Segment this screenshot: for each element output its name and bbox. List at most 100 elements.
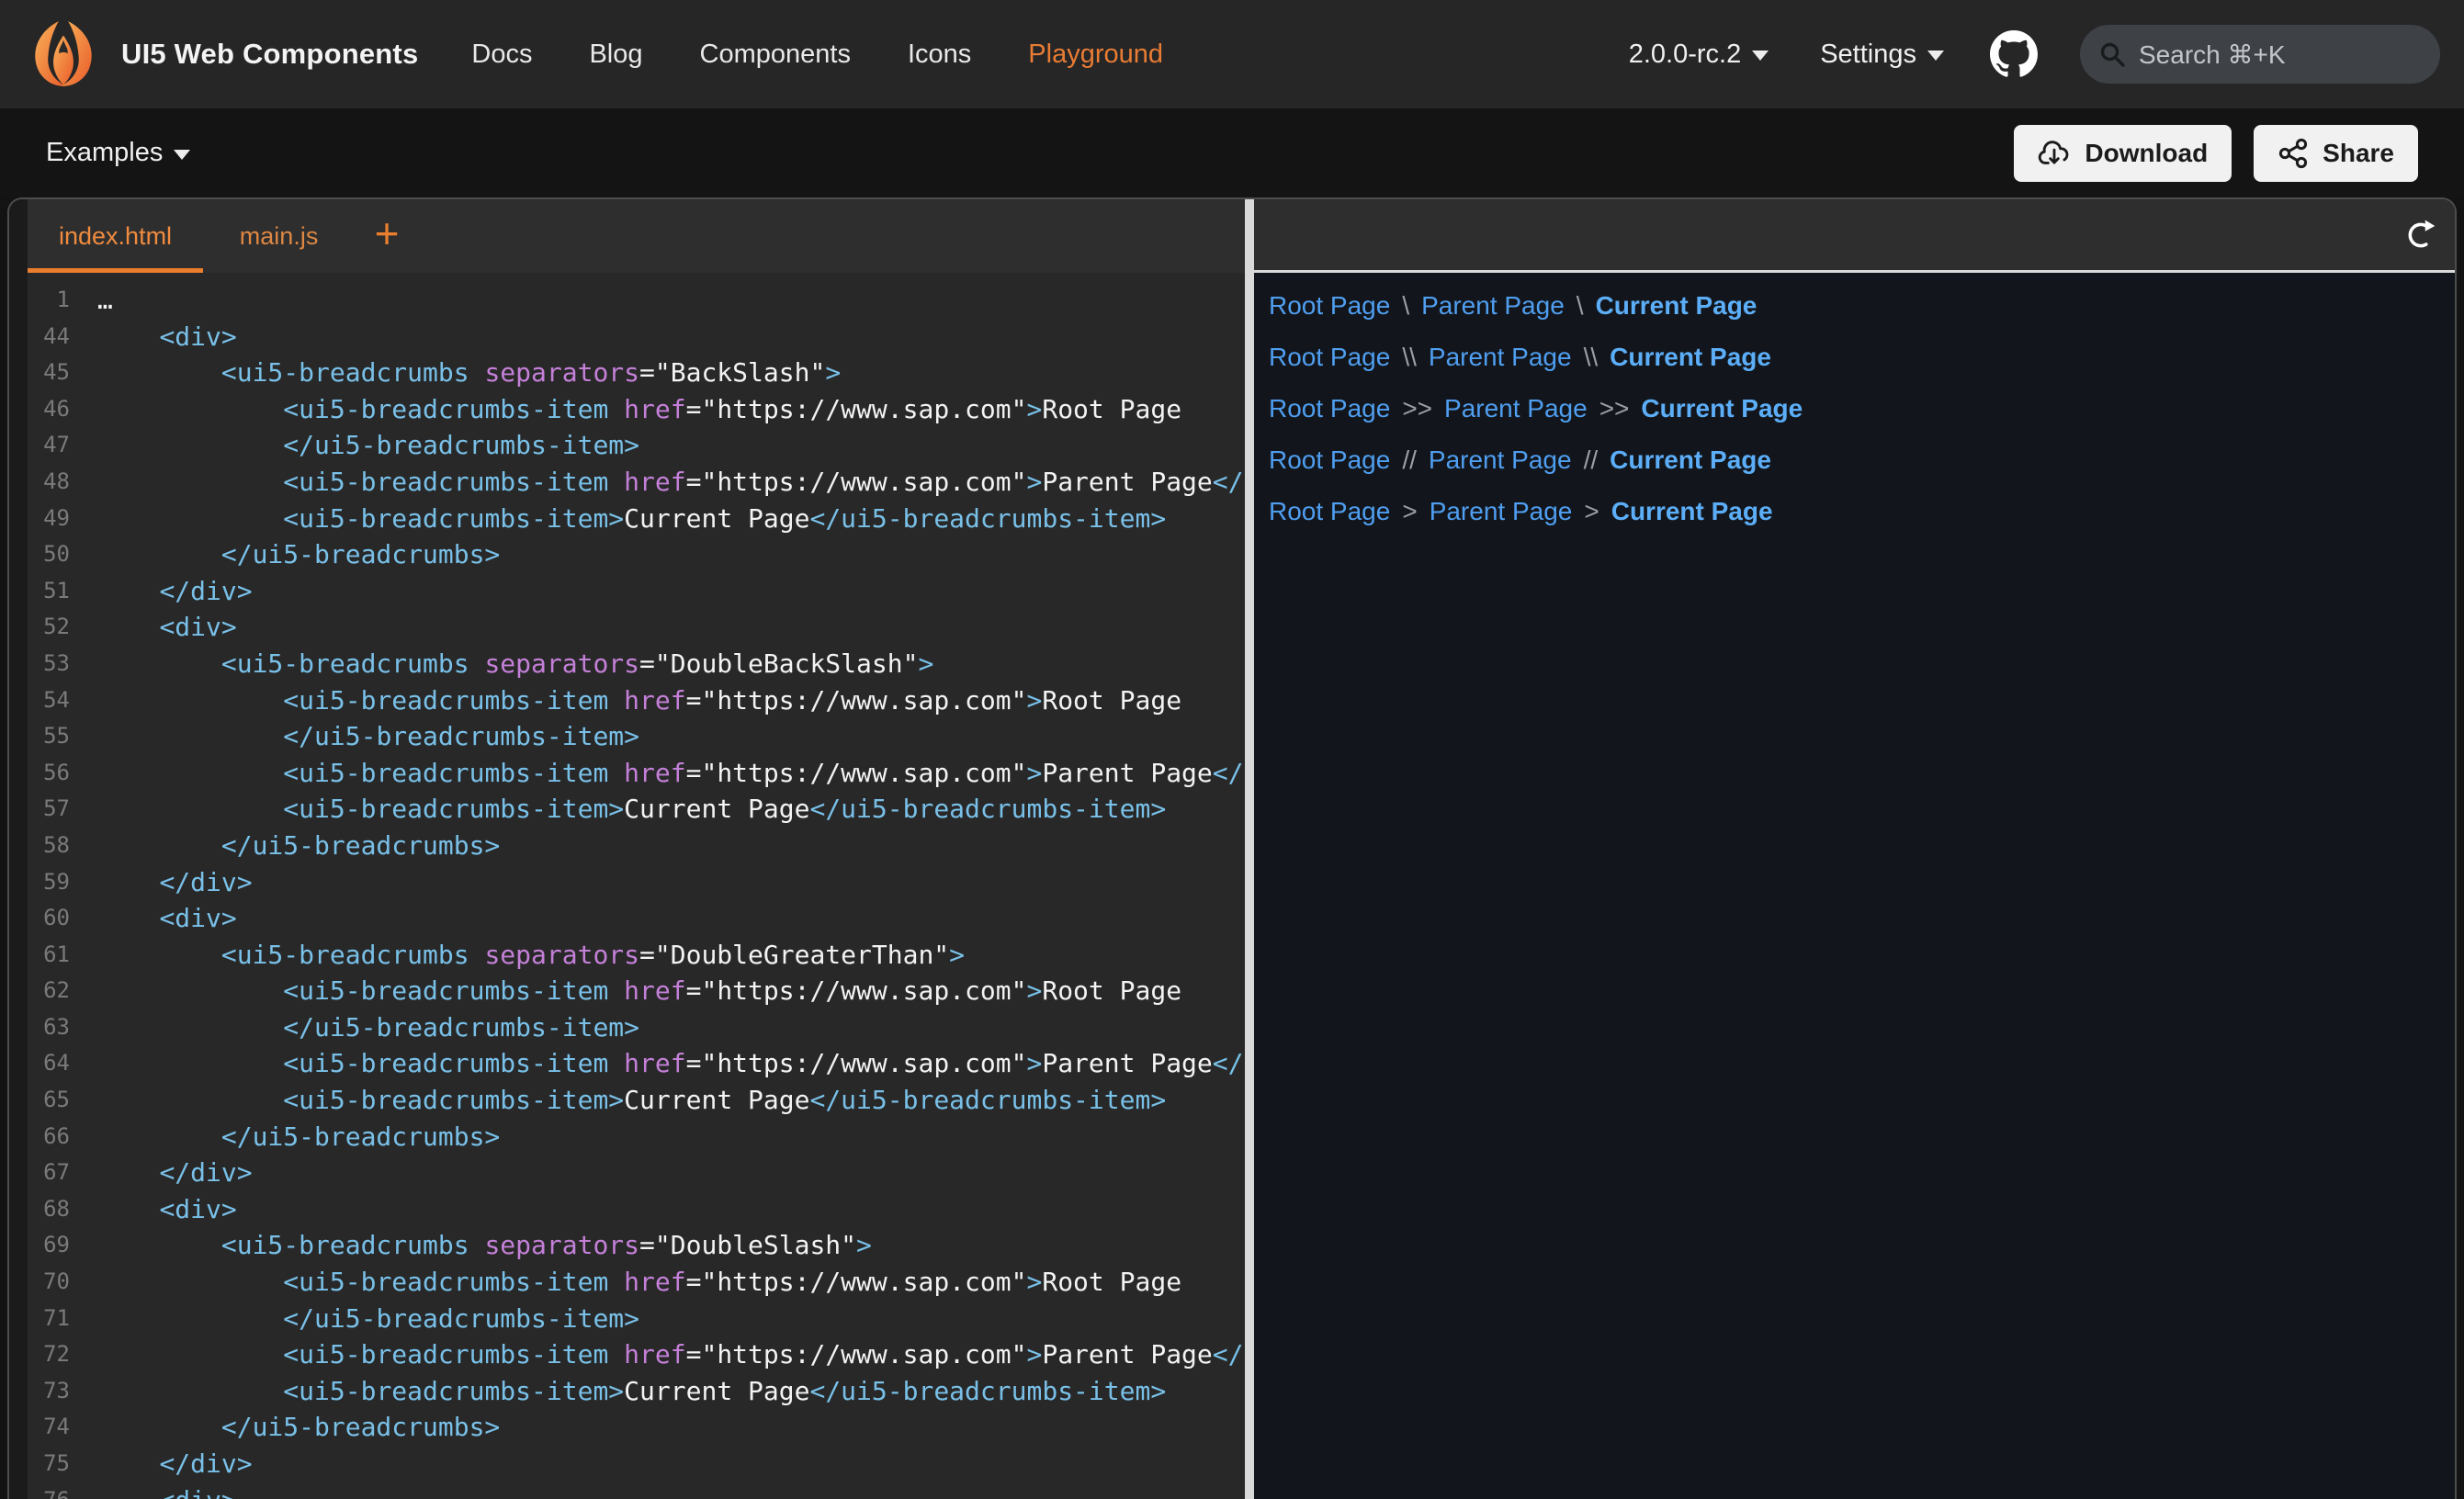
- code-line: 54 <ui5-breadcrumbs-item href="https://w…: [28, 682, 1245, 719]
- code-line-content[interactable]: </div>: [70, 864, 253, 901]
- code-line-content[interactable]: <div>: [70, 1191, 237, 1228]
- settings-dropdown[interactable]: Settings: [1820, 39, 1944, 70]
- tab-main-js[interactable]: main.js: [203, 199, 355, 273]
- code-line-content[interactable]: <ui5-breadcrumbs-item>Current Page</ui5-…: [70, 1082, 1166, 1119]
- code-line-content[interactable]: </div>: [70, 1155, 253, 1191]
- github-icon: [1990, 30, 2038, 78]
- breadcrumb-separator: \: [1390, 291, 1421, 321]
- nav-link-docs[interactable]: Docs: [471, 39, 532, 70]
- code-line: 75 </div>: [28, 1446, 1245, 1482]
- breadcrumb-separator: \: [1565, 291, 1596, 321]
- breadcrumb-link[interactable]: Root Page: [1269, 445, 1390, 475]
- nav-link-icons[interactable]: Icons: [908, 39, 971, 70]
- breadcrumb-separator: //: [1390, 445, 1429, 475]
- editor-left-rail: [9, 199, 28, 1499]
- line-number: 56: [28, 755, 70, 792]
- refresh-button[interactable]: [2403, 218, 2438, 253]
- line-number: 57: [28, 791, 70, 828]
- code-line: 46 <ui5-breadcrumbs-item href="https://w…: [28, 391, 1245, 428]
- version-dropdown[interactable]: 2.0.0-rc.2: [1629, 39, 1769, 70]
- line-number: 53: [28, 646, 70, 682]
- code-line-content[interactable]: <ui5-breadcrumbs-item href="https://www.…: [70, 464, 1245, 501]
- code-line-content[interactable]: …: [70, 282, 113, 319]
- examples-dropdown[interactable]: Examples: [46, 138, 190, 168]
- line-number: 54: [28, 682, 70, 719]
- code-line-content[interactable]: <div>: [70, 319, 237, 355]
- code-line: 51 </div>: [28, 573, 1245, 610]
- code-line-content[interactable]: </div>: [70, 1446, 253, 1482]
- breadcrumb-link[interactable]: Parent Page: [1429, 343, 1572, 372]
- code-line-content[interactable]: <ui5-breadcrumbs-item href="https://www.…: [70, 1264, 1181, 1301]
- code-line-content[interactable]: </ui5-breadcrumbs>: [70, 828, 500, 864]
- breadcrumb-link[interactable]: Parent Page: [1430, 497, 1573, 526]
- code-line-content[interactable]: <ui5-breadcrumbs-item href="https://www.…: [70, 682, 1181, 719]
- new-tab-button[interactable]: +: [355, 199, 419, 273]
- code-line-content[interactable]: </ui5-breadcrumbs-item>: [70, 1301, 639, 1337]
- line-number: 49: [28, 501, 70, 537]
- breadcrumb-row: Root Page\\Parent Page\\Current Page: [1269, 339, 2455, 376]
- code-line-content[interactable]: <div>: [70, 1482, 237, 1499]
- code-line: 49 <ui5-breadcrumbs-item>Current Page</u…: [28, 501, 1245, 537]
- code-line-content[interactable]: <ui5-breadcrumbs-item href="https://www.…: [70, 1045, 1245, 1082]
- breadcrumb-link[interactable]: Root Page: [1269, 497, 1390, 526]
- line-number: 71: [28, 1301, 70, 1337]
- code-line: 69 <ui5-breadcrumbs separators="DoubleSl…: [28, 1227, 1245, 1264]
- code-line-content[interactable]: <div>: [70, 609, 237, 646]
- code-line-content[interactable]: </ui5-breadcrumbs-item>: [70, 1009, 639, 1046]
- code-line-content[interactable]: </ui5-breadcrumbs-item>: [70, 718, 639, 755]
- line-number: 55: [28, 718, 70, 755]
- code-line-content[interactable]: </ui5-breadcrumbs-item>: [70, 427, 639, 464]
- tab-index-html[interactable]: index.html: [28, 199, 203, 273]
- share-label: Share: [2323, 139, 2394, 168]
- download-button[interactable]: Download: [2014, 125, 2232, 182]
- line-number: 62: [28, 973, 70, 1009]
- code-line-content[interactable]: </div>: [70, 573, 253, 610]
- line-number: 1: [28, 282, 70, 319]
- code-line-content[interactable]: <ui5-breadcrumbs separators="DoubleBackS…: [70, 646, 933, 682]
- search-input[interactable]: Search ⌘+K: [2080, 25, 2440, 84]
- code-line: 74 </ui5-breadcrumbs>: [28, 1409, 1245, 1446]
- download-icon: [2038, 139, 2071, 168]
- line-number: 70: [28, 1264, 70, 1301]
- breadcrumb-link[interactable]: Root Page: [1269, 394, 1390, 423]
- code-line-content[interactable]: </ui5-breadcrumbs>: [70, 1119, 500, 1155]
- code-line-content[interactable]: </ui5-breadcrumbs>: [70, 536, 500, 573]
- code-line-content[interactable]: <ui5-breadcrumbs separators="DoubleGreat…: [70, 937, 965, 974]
- code-line-content[interactable]: <ui5-breadcrumbs separators="BackSlash">: [70, 355, 841, 391]
- code-line-content[interactable]: <ui5-breadcrumbs-item href="https://www.…: [70, 1336, 1245, 1373]
- code-line-content[interactable]: <ui5-breadcrumbs separators="DoubleSlash…: [70, 1227, 872, 1264]
- brand-title: UI5 Web Components: [121, 38, 418, 71]
- code-line-content[interactable]: <ui5-breadcrumbs-item href="https://www.…: [70, 973, 1181, 1009]
- code-line: 44 <div>: [28, 319, 1245, 355]
- breadcrumb-row: Root Page//Parent Page//Current Page: [1269, 442, 2455, 479]
- preview-pane: Root Page\Parent Page\Current PageRoot P…: [1254, 199, 2455, 1499]
- code-line: 52 <div>: [28, 609, 1245, 646]
- code-line-content[interactable]: <div>: [70, 900, 237, 937]
- breadcrumb-separator: >>: [1390, 394, 1444, 423]
- panel-resize-divider[interactable]: [1245, 199, 1254, 1499]
- code-line: 71 </ui5-breadcrumbs-item>: [28, 1301, 1245, 1337]
- line-number: 46: [28, 391, 70, 428]
- code-line-content[interactable]: </ui5-breadcrumbs>: [70, 1409, 500, 1446]
- code-line: 62 <ui5-breadcrumbs-item href="https://w…: [28, 973, 1245, 1009]
- nav-link-components[interactable]: Components: [700, 39, 851, 70]
- share-button[interactable]: Share: [2254, 125, 2418, 182]
- code-line: 58 </ui5-breadcrumbs>: [28, 828, 1245, 864]
- breadcrumb-link[interactable]: Parent Page: [1421, 291, 1565, 321]
- code-line-content[interactable]: <ui5-breadcrumbs-item href="https://www.…: [70, 755, 1245, 792]
- line-number: 48: [28, 464, 70, 501]
- nav-link-blog[interactable]: Blog: [589, 39, 642, 70]
- breadcrumb-link[interactable]: Root Page: [1269, 291, 1390, 321]
- github-link[interactable]: [1990, 30, 2038, 78]
- breadcrumb-link[interactable]: Root Page: [1269, 343, 1390, 372]
- code-line-content[interactable]: <ui5-breadcrumbs-item>Current Page</ui5-…: [70, 501, 1166, 537]
- code-line: 55 </ui5-breadcrumbs-item>: [28, 718, 1245, 755]
- code-line-content[interactable]: <ui5-breadcrumbs-item>Current Page</ui5-…: [70, 791, 1166, 828]
- breadcrumb-link[interactable]: Parent Page: [1429, 445, 1572, 475]
- brand-home-link[interactable]: UI5 Web Components: [24, 17, 418, 92]
- code-line-content[interactable]: <ui5-breadcrumbs-item href="https://www.…: [70, 391, 1181, 428]
- code-editor[interactable]: 1…44 <div>45 <ui5-breadcrumbs separators…: [28, 273, 1245, 1499]
- breadcrumb-link[interactable]: Parent Page: [1444, 394, 1588, 423]
- nav-link-playground[interactable]: Playground: [1028, 39, 1163, 70]
- code-line-content[interactable]: <ui5-breadcrumbs-item>Current Page</ui5-…: [70, 1373, 1166, 1410]
